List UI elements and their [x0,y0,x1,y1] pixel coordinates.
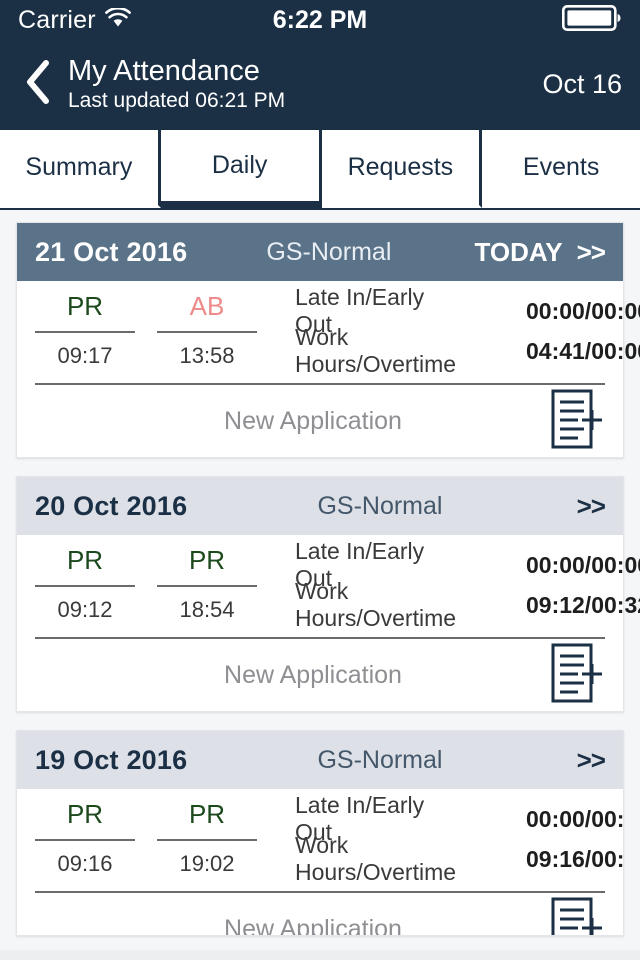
work-hours-overtime-label: Work Hours/Overtime [295,324,457,377]
back-button[interactable] [14,58,62,111]
status-bar: Carrier 6:22 PM [0,0,640,40]
new-application-label: New Application [224,914,402,936]
last-updated-label: Last updated 06:21 PM [68,89,286,112]
card-detail-chevron-icon[interactable]: >> [577,491,606,522]
punch-out-time: 13:58 [179,343,235,368]
wifi-icon [104,6,131,33]
punch-out-status: AB [157,291,257,333]
punch-out: PR 19:02 [157,799,257,879]
today-badge: TODAY [474,236,563,267]
tab-requests-label: Requests [347,153,454,181]
page-title: My Attendance [68,55,260,87]
attendance-card[interactable]: 20 Oct 2016 GS-Normal >> PR 09:12 PR 18:… [16,476,640,712]
stat-row-work-hours-overtime: Work Hours/Overtime 09:16/00:36 [295,832,624,885]
card-header-right: >> [577,491,606,522]
card-header[interactable]: 21 Oct 2016 GS-Normal TODAY >> [17,223,623,281]
tab-requests[interactable]: Requests [321,130,483,208]
stat-row-work-hours-overtime: Work Hours/Overtime 04:41/00:00 [295,324,640,377]
punch-in-status: PR [35,799,135,841]
punch-out: PR 18:54 [157,545,257,625]
new-application-row[interactable]: New Application [17,893,623,936]
document-add-icon[interactable] [551,389,605,454]
punch-group: PR 09:16 PR 19:02 [35,799,277,879]
punch-in-time: 09:12 [57,597,113,622]
work-hours-overtime-label: Work Hours/Overtime [295,832,457,885]
attendance-list[interactable]: 21 Oct 2016 GS-Normal TODAY >> PR 09:17 … [0,210,640,950]
card-body: PR 09:16 PR 19:02 Late In/Early Out 00:0… [17,789,624,885]
card-header-right: >> [577,745,606,776]
card-date: 19 Oct 2016 [35,744,188,775]
new-application-label: New Application [224,406,402,435]
card-detail-chevron-icon[interactable]: >> [577,237,606,268]
new-application-label: New Application [224,660,402,689]
punch-in: PR 09:12 [35,545,135,625]
punch-in: PR 09:17 [35,291,135,371]
punch-group: PR 09:12 PR 18:54 [35,545,277,625]
card-detail-chevron-icon[interactable]: >> [577,745,606,776]
punch-in-status: PR [35,545,135,587]
attendance-card[interactable]: 21 Oct 2016 GS-Normal TODAY >> PR 09:17 … [16,222,640,458]
card-stats: Late In/Early Out 00:00/00:00 Work Hours… [277,792,624,885]
punch-out-status: PR [157,545,257,587]
punch-in: PR 09:16 [35,799,135,879]
attendance-card[interactable]: 19 Oct 2016 GS-Normal >> PR 09:16 PR 19:… [16,730,624,936]
card-stats: Late In/Early Out 00:00/00:00 Work Hours… [277,284,640,377]
punch-out-time: 18:54 [179,597,235,622]
tab-daily[interactable]: Daily [160,130,322,210]
new-application-row[interactable]: New Application [17,385,623,457]
status-bar-right [561,4,622,36]
punch-out: AB 13:58 [157,291,257,371]
tab-bar: Summary Daily Requests Events [0,128,640,210]
tab-summary-label: Summary [25,153,133,181]
tab-summary[interactable]: Summary [0,130,161,208]
bottom-strip [0,950,640,960]
late-in-early-out-value: 00:00/00:00 [525,297,640,324]
punch-in-time: 09:16 [57,851,113,876]
stat-row-work-hours-overtime: Work Hours/Overtime 09:12/00:32 [295,578,640,631]
document-add-icon[interactable] [551,897,605,935]
card-body: PR 09:17 AB 13:58 Late In/Early Out 00:0… [17,281,640,377]
punch-group: PR 09:17 AB 13:58 [35,291,277,371]
new-application-row[interactable]: New Application [17,639,623,711]
work-hours-overtime-value: 04:41/00:00 [525,337,640,364]
nav-date-button[interactable]: Oct 16 [542,69,622,100]
work-hours-overtime-value: 09:12/00:32 [525,591,640,618]
card-shift: GS-Normal [266,237,392,266]
late-in-early-out-value: 00:00/00:00 [525,551,640,578]
card-shift: GS-Normal [317,491,443,520]
card-date: 21 Oct 2016 [35,236,188,267]
late-in-early-out-value: 00:00/00:00 [525,805,624,832]
work-hours-overtime-value: 09:16/00:36 [525,845,624,872]
battery-full-icon [561,4,622,36]
status-bar-left: Carrier [18,6,131,35]
punch-out-time: 19:02 [179,851,235,876]
punch-out-status: PR [157,799,257,841]
card-header[interactable]: 19 Oct 2016 GS-Normal >> [17,731,623,789]
carrier-label: Carrier [18,5,96,34]
nav-title-group: My Attendance Last updated 06:21 PM [68,54,285,114]
work-hours-overtime-label: Work Hours/Overtime [295,578,457,631]
punch-in-time: 09:17 [57,343,113,368]
tab-events[interactable]: Events [482,130,640,208]
nav-bar: My Attendance Last updated 06:21 PM Oct … [0,40,640,128]
tab-events-label: Events [522,153,600,181]
card-shift: GS-Normal [317,745,443,774]
card-body: PR 09:12 PR 18:54 Late In/Early Out 00:0… [17,535,640,631]
card-date: 20 Oct 2016 [35,490,188,521]
chevron-left-icon [23,58,53,111]
tab-daily-label: Daily [211,151,268,179]
card-header[interactable]: 20 Oct 2016 GS-Normal >> [17,477,623,535]
card-stats: Late In/Early Out 00:00/00:00 Work Hours… [277,538,640,631]
card-header-right: TODAY >> [474,236,606,268]
document-add-icon[interactable] [551,643,605,708]
punch-in-status: PR [35,291,135,333]
